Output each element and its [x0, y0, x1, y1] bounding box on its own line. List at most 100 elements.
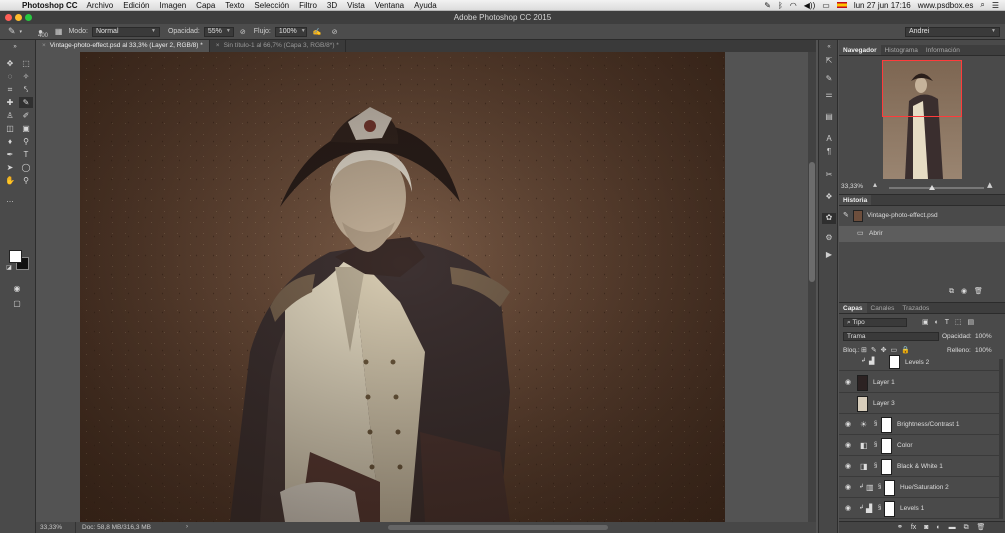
- screen-mode-icon[interactable]: ▢: [10, 298, 24, 309]
- visibility-eye-icon[interactable]: ◉: [845, 378, 851, 386]
- swatches-icon[interactable]: ✿: [822, 213, 836, 224]
- navigator-view-box[interactable]: [882, 60, 962, 117]
- slider-knob[interactable]: [929, 185, 935, 190]
- menu-edicion[interactable]: Edición: [123, 1, 149, 10]
- menu-3d[interactable]: 3D: [327, 1, 337, 10]
- tab-capas[interactable]: Capas: [839, 303, 867, 313]
- layer-mask-thumbnail[interactable]: [881, 459, 892, 475]
- history-step-row[interactable]: ▭ Abrir: [839, 226, 1005, 242]
- layer-mask-thumbnail[interactable]: [884, 480, 895, 496]
- layer-thumbnail[interactable]: [857, 375, 868, 391]
- app-name-menu[interactable]: Photoshop CC: [22, 1, 78, 10]
- zoom-window-button[interactable]: [25, 14, 32, 21]
- minimize-window-button[interactable]: [15, 14, 22, 21]
- close-tab-icon[interactable]: ×: [42, 42, 46, 49]
- snapshot-camera-icon[interactable]: ◉: [961, 288, 967, 295]
- new-adjustment-layer-icon[interactable]: ◐: [936, 524, 940, 531]
- tab-historia[interactable]: Historia: [839, 195, 872, 205]
- quick-mask-icon[interactable]: ◉: [10, 283, 24, 294]
- blur-tool-icon[interactable]: ♦: [3, 136, 17, 147]
- ellipse-tool-icon[interactable]: ◯: [19, 162, 33, 173]
- layer-row-levels-1[interactable]: ◉ ↲ ▟ § Levels 1: [839, 499, 999, 519]
- visibility-eye-icon[interactable]: ◉: [845, 483, 851, 491]
- new-layer-icon[interactable]: ⧉: [964, 524, 969, 531]
- healing-brush-tool-icon[interactable]: ✚: [3, 97, 17, 108]
- layer-row-brightness-contrast-1[interactable]: ◉ ☀ § Brightness/Contrast 1: [839, 415, 999, 435]
- zoom-level[interactable]: 33,33%: [36, 522, 76, 533]
- marquee-tool-icon[interactable]: ⬚: [19, 58, 33, 69]
- tab-untitled[interactable]: × Sin título-1 al 66,7% (Capa 3, RGB/8*) …: [210, 40, 346, 52]
- brush-tool-icon[interactable]: ✎: [19, 97, 33, 108]
- visibility-eye-icon[interactable]: ◉: [845, 504, 851, 512]
- menu-ayuda[interactable]: Ayuda: [414, 1, 437, 10]
- magic-wand-tool-icon[interactable]: ✧: [19, 71, 33, 82]
- status-menu-chevron-icon[interactable]: ›: [186, 522, 188, 533]
- pressure-size-icon[interactable]: ⊘: [332, 28, 338, 36]
- layer-row-layer-3[interactable]: Layer 3: [839, 394, 999, 414]
- search-icon[interactable]: ⌕: [980, 0, 984, 10]
- menu-capa[interactable]: Capa: [196, 1, 215, 10]
- fill-value[interactable]: 100%: [975, 347, 992, 354]
- pen-icon[interactable]: ✎: [764, 1, 771, 10]
- clone-stamp-tool-icon[interactable]: ♙: [3, 110, 17, 121]
- chain-link-icon[interactable]: §: [874, 421, 877, 427]
- new-group-icon[interactable]: ▬: [949, 524, 956, 531]
- menu-texto[interactable]: Texto: [225, 1, 244, 10]
- menu-seleccion[interactable]: Selección: [254, 1, 289, 10]
- eraser-tool-icon[interactable]: ◫: [3, 123, 17, 134]
- zoom-tool-icon[interactable]: ⚲: [19, 175, 33, 186]
- layer-row-black-white-1[interactable]: ◉ ◨ § Black & White 1: [839, 457, 999, 477]
- layers-scrollbar[interactable]: [999, 359, 1003, 519]
- character-panel-icon[interactable]: A: [822, 134, 836, 145]
- blend-mode-select[interactable]: Trama: [843, 332, 939, 341]
- styles-icon[interactable]: ❖: [822, 192, 836, 203]
- lock-all-icon[interactable]: 🔒: [901, 347, 910, 354]
- layer-thumbnail[interactable]: [857, 396, 868, 412]
- layer-row-layer-1[interactable]: ◉ Layer 1: [839, 373, 999, 393]
- default-colors-icon[interactable]: ◪: [2, 263, 16, 274]
- visibility-eye-icon[interactable]: ◉: [845, 462, 851, 470]
- lock-position-icon[interactable]: ✥: [881, 347, 887, 354]
- more-tools-icon[interactable]: …: [3, 194, 17, 205]
- pen-tool-icon[interactable]: ✒: [3, 149, 17, 160]
- layer-row-levels-2[interactable]: ↲ ▟ Levels 2: [839, 355, 999, 371]
- layer-mask-thumbnail[interactable]: [881, 417, 892, 433]
- menu-archivo[interactable]: Archivo: [87, 1, 114, 10]
- new-document-from-state-icon[interactable]: ⧉: [949, 288, 954, 295]
- history-brush-source-icon[interactable]: ✎: [843, 208, 849, 224]
- tab-trazados[interactable]: Trazados: [898, 303, 933, 313]
- zoom-out-mountain-icon[interactable]: ▴: [873, 180, 877, 189]
- filter-pixel-icon[interactable]: ▣: [922, 319, 929, 326]
- close-tab-icon[interactable]: ×: [216, 42, 220, 49]
- workspace-select[interactable]: Andrei ▼: [905, 26, 1000, 37]
- filter-type-icon[interactable]: T: [945, 319, 949, 326]
- path-selection-tool-icon[interactable]: ➤: [3, 162, 17, 173]
- menu-imagen[interactable]: Imagen: [159, 1, 186, 10]
- wifi-icon[interactable]: ◠: [790, 1, 797, 10]
- tab-navegador[interactable]: Navegador: [839, 45, 881, 55]
- gradient-tool-icon[interactable]: ▣: [19, 123, 33, 134]
- brush-panel-icon[interactable]: ▦: [55, 27, 63, 36]
- crop-tool-icon[interactable]: ⌗: [3, 84, 17, 95]
- layer-opacity-value[interactable]: 100%: [975, 333, 992, 340]
- visibility-eye-icon[interactable]: ◉: [845, 441, 851, 449]
- adjustments-sliders-icon[interactable]: ⚌: [822, 90, 836, 101]
- opacity-input[interactable]: 55% ▼: [203, 26, 234, 37]
- panel-collapse-icon[interactable]: »: [8, 42, 22, 53]
- mode-select[interactable]: Normal ▼: [91, 26, 160, 37]
- menu-filtro[interactable]: Filtro: [299, 1, 317, 10]
- tool-preset-chevron-icon[interactable]: ▾: [20, 29, 23, 35]
- layer-filter-select[interactable]: ⌕ Tipo: [843, 318, 907, 327]
- history-snapshot-row[interactable]: ✎ Vintage-photo-effect.psd: [839, 208, 1005, 224]
- lock-artboard-icon[interactable]: ▭: [890, 347, 897, 354]
- layer-style-fx-icon[interactable]: fx: [911, 524, 916, 531]
- airbrush-icon[interactable]: ✍: [313, 28, 322, 36]
- bluetooth-icon[interactable]: ᛒ: [778, 1, 783, 10]
- dodge-tool-icon[interactable]: ⚲: [19, 136, 33, 147]
- tab-histograma[interactable]: Histograma: [881, 45, 922, 55]
- collapse-panels-icon[interactable]: «: [822, 44, 836, 55]
- document-canvas[interactable]: [80, 52, 725, 522]
- vertical-scrollbar-thumb[interactable]: [809, 162, 815, 282]
- hand-tool-icon[interactable]: ✋: [3, 175, 17, 186]
- navigator-zoom-slider[interactable]: [889, 185, 984, 190]
